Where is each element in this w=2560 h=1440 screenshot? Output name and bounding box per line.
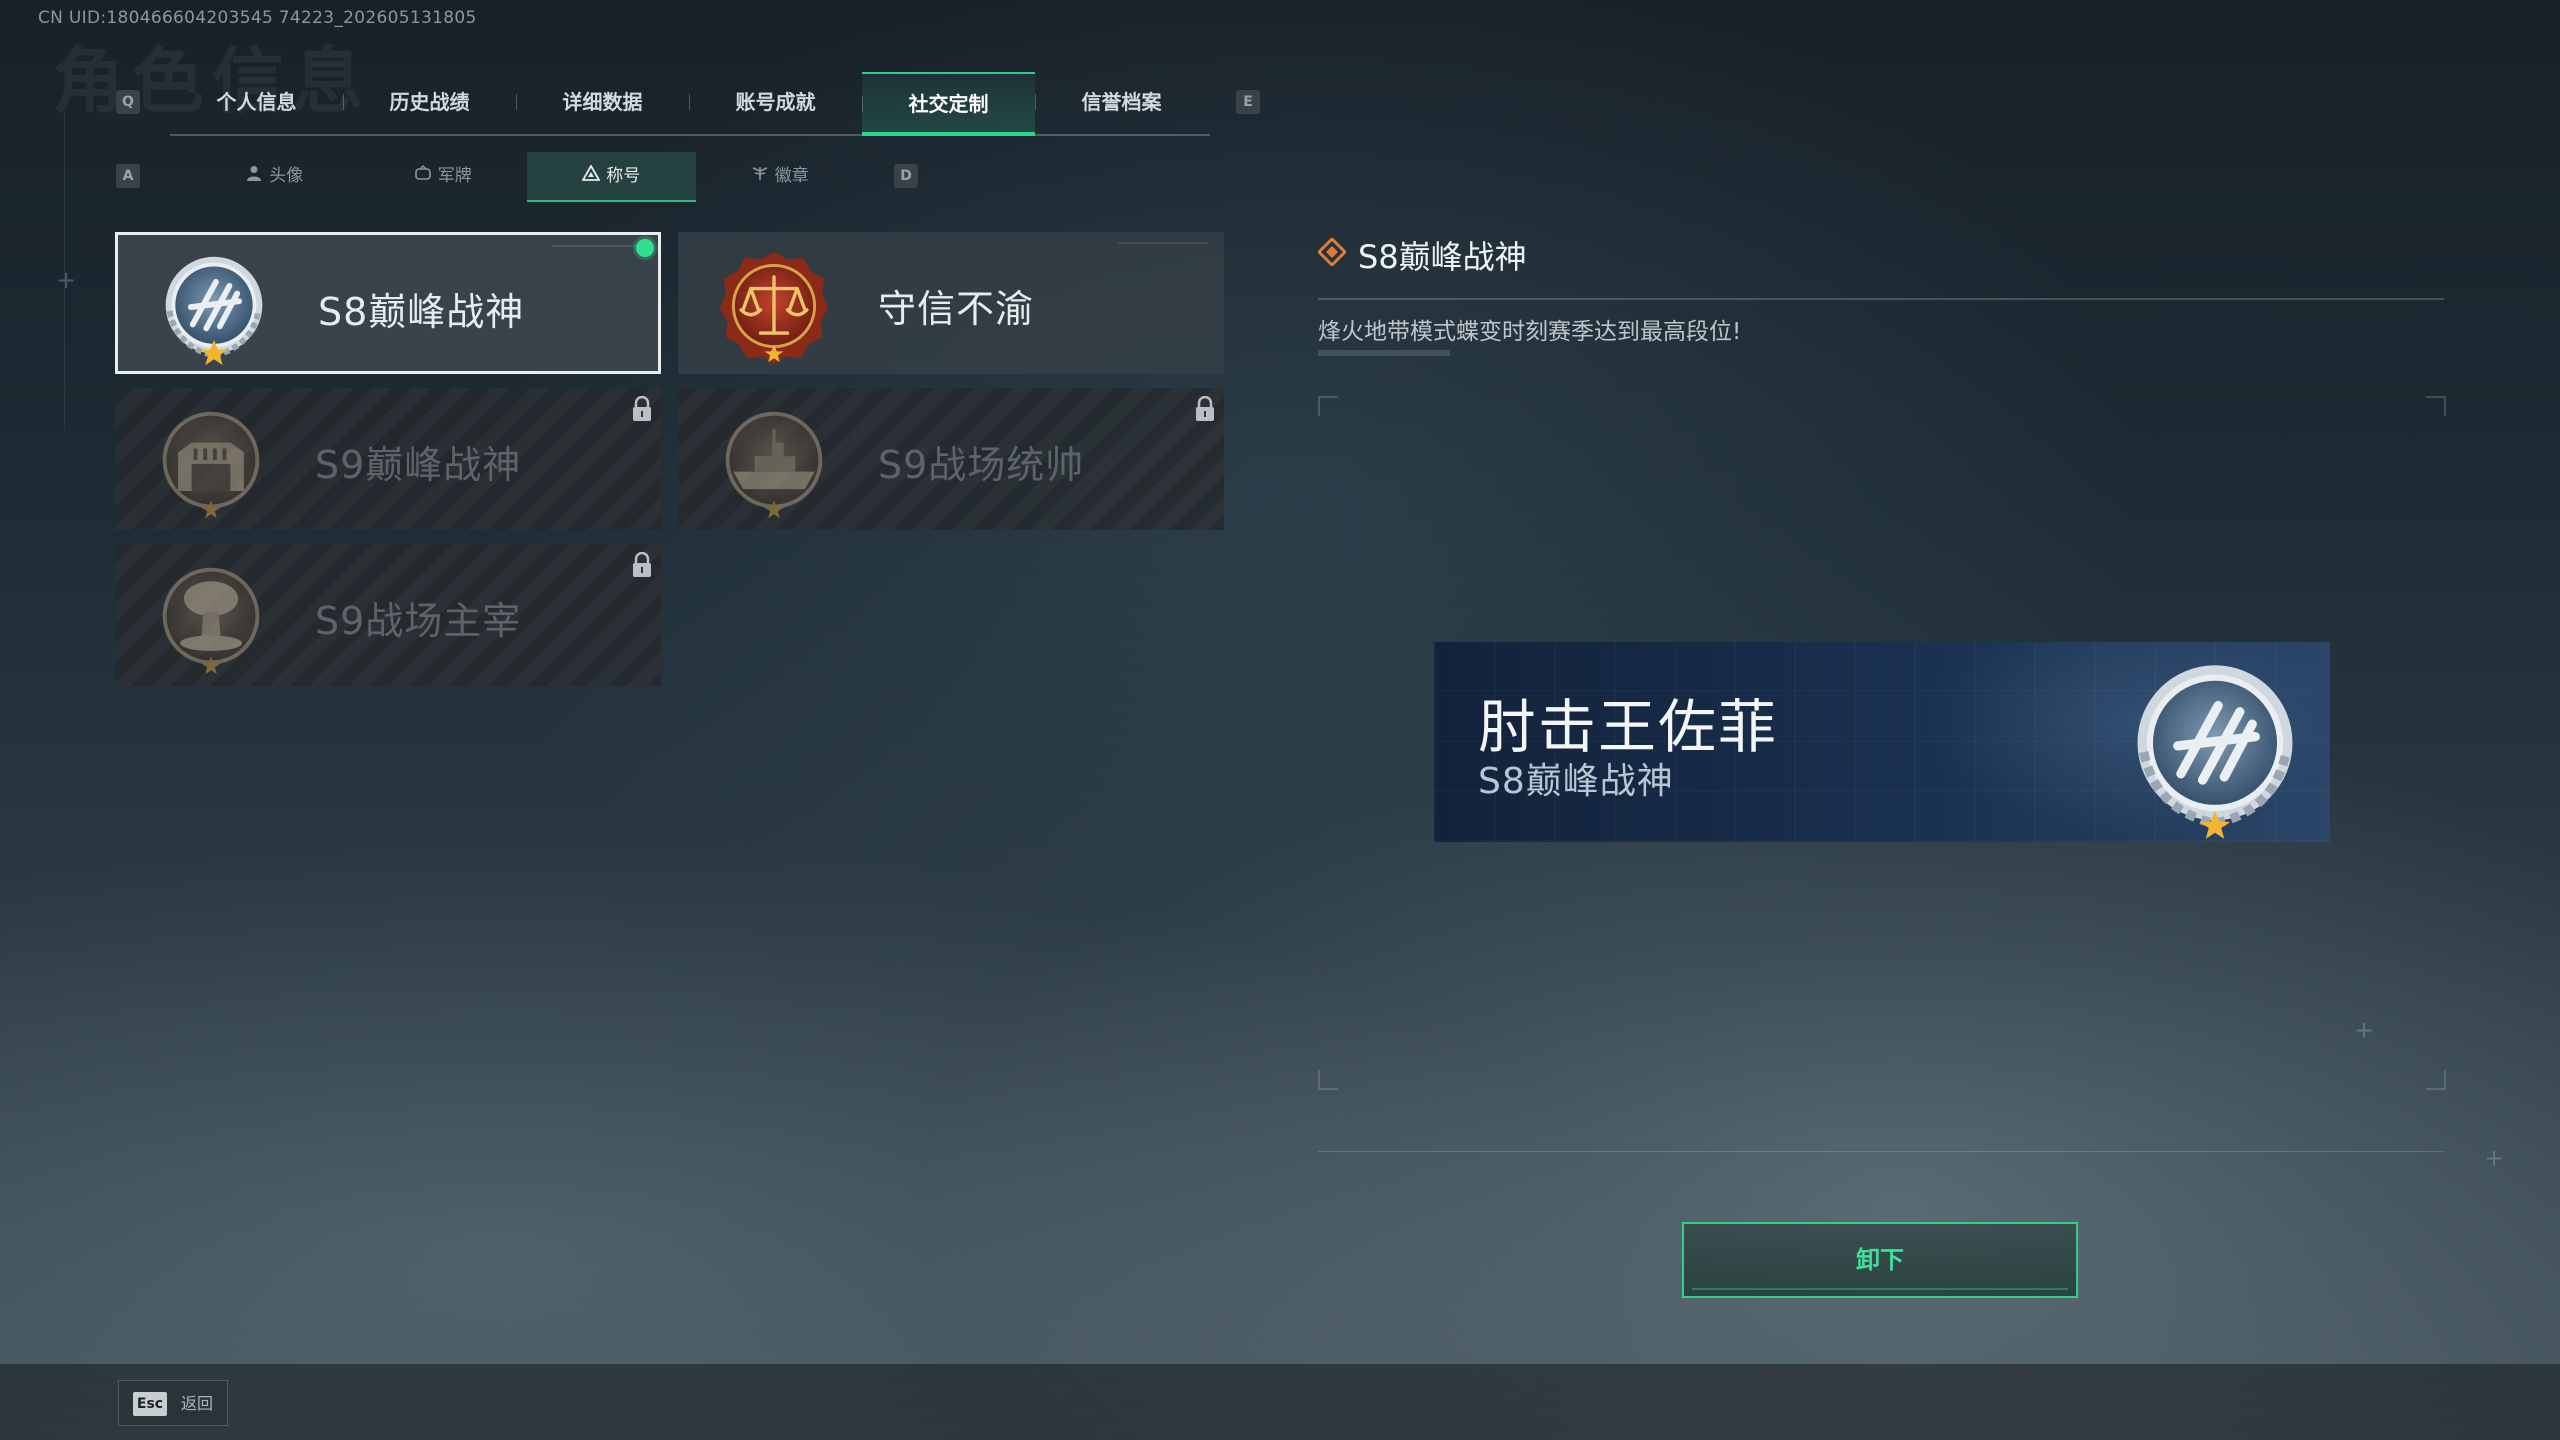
subtab-emblem[interactable]: 徽章 [696,152,865,200]
frame-corner [1318,396,1338,416]
unequip-button[interactable]: 卸下 [1682,1222,2078,1298]
nameplate-preview: 肘击王佐菲 S8巅峰战神 [1434,642,2330,842]
next-subtab-key-hint[interactable]: D [894,164,918,188]
title-card-name: 守信不渝 [878,287,1035,331]
title-card-name: S9战场主宰 [315,599,522,643]
title-card-name: S9战场统帅 [878,443,1085,487]
card-decor-line [1118,242,1208,244]
title-card-s9-battlefield-dominator[interactable]: S9战场主宰 [115,544,661,686]
title-card-s9-battlefield-commander[interactable]: S9战场统帅 [678,388,1224,530]
frame-corner [2426,1070,2446,1090]
subtab-dogtag[interactable]: 军牌 [359,152,528,200]
back-label: 返回 [181,1394,214,1413]
crosshair-mark: + [56,266,77,294]
scales-of-justice-badge-icon [719,251,829,364]
mushroom-cloud-badge-icon [162,567,260,675]
subtab-emblem-label: 徽章 [774,166,809,186]
detail-decor-bar [1318,350,1450,356]
warship-badge-icon [725,411,823,519]
fortress-badge-icon [162,411,260,519]
tab-detailed-data[interactable]: 详细数据 [516,72,689,132]
tab-credit-record[interactable]: 信誉档案 [1035,72,1208,132]
tab-personal-info[interactable]: 个人信息 [170,72,343,132]
subtab-avatar-label: 头像 [269,166,304,186]
laurel-blue-badge-icon [165,256,263,366]
title-card-trustworthy[interactable]: 守信不渝 [678,232,1224,374]
subtab-dogtag-label: 军牌 [437,166,472,186]
crosshair-mark: + [2484,1144,2505,1172]
title-card-name: S9巅峰战神 [315,443,522,487]
panel-divider [1318,1151,2444,1152]
frame-corner [1318,1070,1338,1090]
detail-description: 烽火地带模式蝶变时刻赛季达到最高段位! [1318,319,1742,345]
main-tab-bar: 个人信息 历史战绩 详细数据 账号成就 社交定制 信誉档案 [170,72,1210,136]
tab-account-achievements[interactable]: 账号成就 [689,72,862,132]
sub-tab-bar: 头像 军牌 称号 徽章 [190,152,865,202]
subtab-avatar[interactable]: 头像 [190,152,359,200]
esc-key-hint: Esc [133,1392,167,1416]
prev-tab-key-hint[interactable]: Q [116,90,140,114]
tab-social-customization[interactable]: 社交定制 [862,72,1035,136]
title-card-name: S8巅峰战神 [318,290,525,334]
back-button[interactable]: Esc 返回 [118,1380,228,1426]
lock-icon [633,396,651,421]
title-diamond-icon [1318,238,1346,266]
title-card-s8-peak-god[interactable]: S8巅峰战神 [115,232,661,374]
lock-icon [633,552,651,577]
next-tab-key-hint[interactable]: E [1236,90,1260,114]
detail-divider [1318,298,2444,300]
prev-subtab-key-hint[interactable]: A [116,164,140,188]
preview-title: S8巅峰战神 [1478,761,1674,802]
equipped-indicator-dot [636,239,654,257]
tab-match-history[interactable]: 历史战绩 [343,72,516,132]
frame-corner [2426,396,2446,416]
wings-badge-icon [751,152,769,200]
laurel-blue-badge-icon [2137,665,2293,839]
person-icon [245,152,263,200]
crosshair-mark: + [2354,1016,2375,1044]
title-triangle-icon [581,152,601,200]
detail-title: S8巅峰战神 [1358,238,1527,276]
subtab-title[interactable]: 称号 [527,152,696,202]
lock-icon [1196,396,1214,421]
dogtag-icon [414,152,432,200]
bottom-bar [0,1364,2560,1440]
card-decor-line [552,245,642,247]
subtab-title-label: 称号 [606,166,641,186]
title-card-s9-peak-god[interactable]: S9巅峰战神 [115,388,661,530]
